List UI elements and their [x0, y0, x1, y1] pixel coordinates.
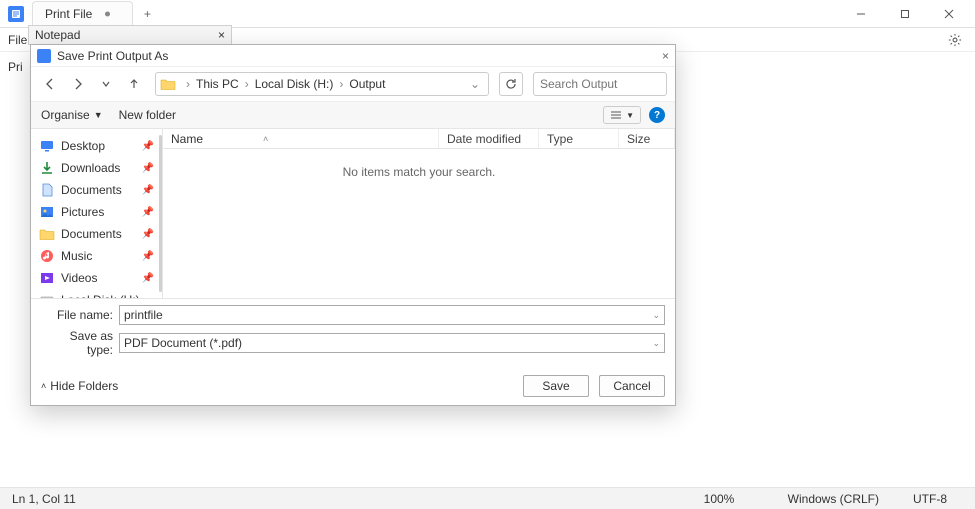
cancel-button[interactable]: Cancel [599, 375, 665, 397]
hide-folders-button[interactable]: ˄Hide Folders [41, 379, 118, 393]
address-dropdown-icon[interactable]: ⌄ [466, 77, 484, 91]
menu-file[interactable]: File [8, 33, 27, 47]
chevron-right-icon[interactable]: › [335, 77, 347, 91]
status-eol[interactable]: Windows (CRLF) [788, 492, 879, 506]
notepad-label: Notepad [35, 28, 80, 42]
pictures-icon [39, 204, 55, 220]
column-headers: Name˄ Date modified Type Size [163, 129, 675, 149]
folder-icon [39, 226, 55, 242]
filename-input[interactable] [124, 308, 652, 322]
back-button[interactable] [39, 73, 61, 95]
chevron-right-icon[interactable]: › [182, 77, 194, 91]
pin-icon: 📌 [142, 207, 154, 218]
pin-icon: 📌 [142, 229, 154, 240]
download-icon [39, 160, 55, 176]
unsaved-dot-icon [105, 12, 110, 17]
column-date[interactable]: Date modified [439, 129, 539, 148]
sidebar: Desktop📌 Downloads📌 Documents📌 Pictures📌… [31, 129, 163, 298]
save-dialog: Save Print Output As × › This PC › Local… [30, 44, 676, 406]
sidebar-item-documents[interactable]: Documents📌 [33, 179, 160, 201]
close-button[interactable] [927, 0, 971, 28]
pin-icon: 📌 [142, 251, 154, 262]
search-box[interactable] [533, 72, 667, 96]
pin-icon: 📌 [142, 273, 154, 284]
chevron-up-icon: ˄ [41, 381, 46, 391]
chevron-down-icon: ▼ [626, 111, 634, 120]
chevron-down-icon: ▼ [94, 110, 103, 120]
save-button[interactable]: Save [523, 375, 589, 397]
add-tab-button[interactable]: + [137, 4, 157, 24]
dialog-bottom: File name: ⌄ Save as type: PDF Document … [31, 298, 675, 367]
chevron-down-icon[interactable]: ⌄ [652, 338, 660, 349]
sidebar-scrollbar[interactable] [159, 135, 162, 292]
column-name[interactable]: Name˄ [163, 129, 439, 148]
tab-printfile[interactable]: Print File [32, 1, 133, 26]
desktop-icon [39, 138, 55, 154]
window-controls [839, 0, 971, 28]
music-icon [39, 248, 55, 264]
savetype-value: PDF Document (*.pdf) [124, 336, 652, 350]
status-encoding[interactable]: UTF-8 [913, 492, 963, 506]
statusbar: Ln 1, Col 11 100% Windows (CRLF) UTF-8 [0, 487, 975, 509]
pin-icon: 📌 [142, 141, 154, 152]
pin-icon: 📌 [142, 185, 154, 196]
search-input[interactable] [540, 77, 695, 91]
savetype-label: Save as type: [41, 329, 119, 357]
chevron-right-icon[interactable]: › [241, 77, 253, 91]
column-size[interactable]: Size [619, 129, 675, 148]
chevron-down-icon[interactable]: ⌄ [652, 310, 660, 321]
tab-title: Print File [45, 7, 92, 21]
help-button[interactable]: ? [649, 107, 665, 123]
minimize-button[interactable] [839, 0, 883, 28]
editor-visible-text: Pri [8, 60, 23, 74]
status-position: Ln 1, Col 11 [12, 492, 76, 506]
disk-icon [39, 292, 55, 298]
forward-button[interactable] [67, 73, 89, 95]
organise-button[interactable]: Organise ▼ [41, 108, 103, 122]
sidebar-item-documents-folder[interactable]: Documents📌 [33, 223, 160, 245]
address-bar[interactable]: › This PC › Local Disk (H:) › Output ⌄ [155, 72, 489, 96]
breadcrumb-local-disk[interactable]: Local Disk (H:) [253, 77, 336, 91]
dialog-toolbar: Organise ▼ New folder ▼ ? [31, 101, 675, 129]
dialog-titlebar: Save Print Output As × [31, 45, 675, 67]
dialog-nav: › This PC › Local Disk (H:) › Output ⌄ [31, 67, 675, 101]
view-options-button[interactable]: ▼ [603, 106, 641, 124]
empty-message: No items match your search. [163, 149, 675, 298]
savetype-field[interactable]: PDF Document (*.pdf)⌄ [119, 333, 665, 353]
sort-asc-icon: ˄ [263, 134, 268, 144]
app-icon [8, 6, 24, 22]
sidebar-item-downloads[interactable]: Downloads📌 [33, 157, 160, 179]
close-icon[interactable]: × [218, 28, 225, 42]
filename-field[interactable]: ⌄ [119, 305, 665, 325]
dialog-title: Save Print Output As [57, 49, 168, 63]
file-pane: Name˄ Date modified Type Size No items m… [163, 129, 675, 298]
folder-icon [160, 76, 176, 92]
breadcrumb-this-pc[interactable]: This PC [194, 77, 241, 91]
sidebar-item-videos[interactable]: Videos📌 [33, 267, 160, 289]
background-notepad-tab[interactable]: Notepad × [28, 25, 232, 45]
column-type[interactable]: Type [539, 129, 619, 148]
video-icon [39, 270, 55, 286]
dialog-icon [37, 49, 51, 63]
document-icon [39, 182, 55, 198]
pin-icon: 📌 [142, 163, 154, 174]
sidebar-item-local-disk[interactable]: Local Disk (H:) [33, 289, 160, 298]
sidebar-item-desktop[interactable]: Desktop📌 [33, 135, 160, 157]
new-folder-button[interactable]: New folder [119, 108, 176, 122]
up-button[interactable] [123, 73, 145, 95]
status-zoom[interactable]: 100% [704, 492, 754, 506]
dialog-footer: ˄Hide Folders Save Cancel [31, 367, 675, 405]
maximize-button[interactable] [883, 0, 927, 28]
settings-button[interactable] [943, 28, 967, 52]
recent-locations-button[interactable] [95, 73, 117, 95]
dialog-close-button[interactable]: × [662, 49, 669, 63]
titlebar: Print File + [0, 0, 975, 28]
breadcrumb-output[interactable]: Output [347, 77, 387, 91]
dialog-main: Desktop📌 Downloads📌 Documents📌 Pictures📌… [31, 129, 675, 298]
sidebar-item-pictures[interactable]: Pictures📌 [33, 201, 160, 223]
sidebar-item-music[interactable]: Music📌 [33, 245, 160, 267]
refresh-button[interactable] [499, 72, 523, 96]
filename-label: File name: [41, 308, 119, 322]
